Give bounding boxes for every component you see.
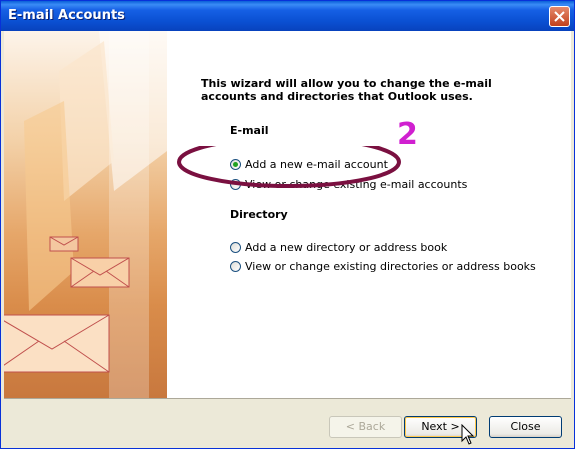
wizard-side-artwork — [4, 31, 167, 398]
radio-button[interactable] — [230, 261, 241, 272]
directory-heading: Directory — [230, 208, 288, 221]
close-button[interactable]: Close — [489, 416, 562, 438]
mouse-cursor-icon — [461, 424, 475, 445]
envelope-icon-large — [4, 314, 110, 373]
annotation-ellipse — [177, 146, 401, 188]
radio-add-directory[interactable]: Add a new directory or address book — [230, 241, 447, 254]
button-bar: < Back Next > Close — [4, 398, 571, 446]
close-icon — [554, 11, 565, 22]
envelope-icon-medium — [70, 257, 130, 288]
radio-view-directories[interactable]: View or change existing directories or a… — [230, 260, 536, 273]
wizard-page: This wizard will allow you to change the… — [4, 31, 571, 398]
window-close-button[interactable] — [549, 6, 570, 27]
radio-button[interactable] — [230, 242, 241, 253]
envelope-icon-small — [49, 236, 79, 252]
window-title: E-mail Accounts — [8, 8, 125, 23]
intro-text: This wizard will allow you to change the… — [201, 77, 492, 103]
email-accounts-window: E-mail Accounts This wizard will allow y… — [0, 0, 575, 449]
wizard-content: This wizard will allow you to change the… — [167, 31, 571, 398]
title-bar[interactable]: E-mail Accounts — [1, 1, 574, 31]
back-button[interactable]: < Back — [329, 416, 402, 438]
email-heading: E-mail — [230, 124, 269, 137]
radio-label: Add a new directory or address book — [245, 241, 448, 254]
annotation-step-number: 2 — [397, 117, 418, 152]
radio-label: View or change existing directories or a… — [245, 260, 536, 273]
